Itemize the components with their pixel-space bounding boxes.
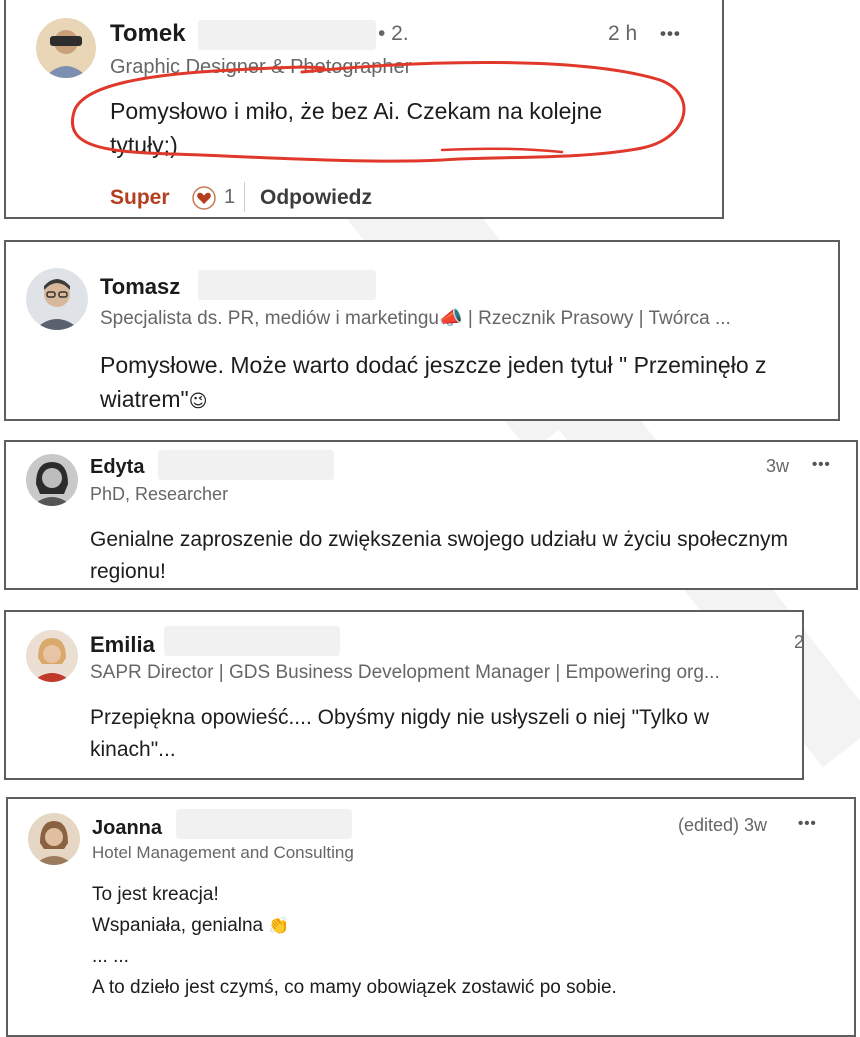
- avatar[interactable]: [26, 630, 78, 682]
- avatar[interactable]: [28, 813, 80, 865]
- author-headline: Specjalista ds. PR, mediów i marketingu📣…: [100, 308, 731, 329]
- comment-line: wiatrem"😉: [100, 382, 767, 418]
- more-options-icon[interactable]: •••: [798, 815, 817, 832]
- heart-reaction-icon: [192, 186, 216, 210]
- comment-card-tomek: Tomek • 2. 2 h ••• Graphic Designer & Ph…: [4, 0, 724, 219]
- comment-card-edyta: Edyta 3w ••• PhD, Researcher Genialne za…: [4, 440, 858, 590]
- redacted-surname: [164, 626, 340, 656]
- comment-text: Genialne zaproszenie do zwiększenia swoj…: [90, 524, 788, 588]
- comment-card-tomasz: Tomasz Specjalista ds. PR, mediów i mark…: [4, 240, 840, 421]
- avatar[interactable]: [26, 268, 88, 330]
- comment-line: Pomysłowe. Może warto dodać jeszcze jede…: [100, 352, 767, 378]
- comment-line-text: wiatrem": [100, 386, 189, 412]
- comment-line: ... ...: [92, 946, 129, 968]
- comment-line: kinach"...: [90, 738, 176, 761]
- annotation-scribble: [70, 60, 686, 163]
- more-options-icon[interactable]: •••: [660, 24, 681, 44]
- comment-text: To jest kreacja! Wspaniała, genialna 👏 .…: [92, 879, 617, 1003]
- comment-text: Pomysłowe. Może warto dodać jeszcze jede…: [100, 348, 767, 418]
- comment-text: Przepiękna opowieść.... Obyśmy nigdy nie…: [90, 702, 709, 766]
- comment-line: A to dzieło jest czymś, co mamy obowiąze…: [92, 977, 617, 999]
- author-headline: PhD, Researcher: [90, 484, 229, 504]
- comment-card-joanna: Joanna (edited) 3w ••• Hotel Management …: [6, 797, 856, 1037]
- author-name[interactable]: Tomek: [110, 20, 186, 48]
- avatar[interactable]: [26, 454, 78, 506]
- comment-line: To jest kreacja!: [92, 884, 219, 905]
- comment-line: Przepiękna opowieść.... Obyśmy nigdy nie…: [90, 706, 710, 729]
- redacted-surname: [176, 809, 352, 839]
- author-name[interactable]: Tomasz: [100, 274, 180, 300]
- redacted-surname: [158, 450, 334, 480]
- reaction-super-button[interactable]: Super: [110, 186, 170, 210]
- comment-time: (edited) 3w: [678, 815, 768, 835]
- comment-time: 3w: [766, 456, 790, 476]
- action-divider: [244, 182, 245, 212]
- author-headline: Hotel Management and Consulting: [92, 843, 354, 862]
- comment-card-emilia: Emilia 2 SAPR Director | GDS Business De…: [4, 610, 804, 780]
- reaction-count[interactable]: 1: [224, 186, 235, 209]
- comment-line: regionu!: [90, 560, 166, 583]
- comment-line: Wspaniała, genialna 👏: [92, 910, 617, 941]
- redacted-surname: [198, 20, 376, 50]
- comment-time: 2 h: [608, 22, 638, 45]
- comment-time-cut: 2: [794, 632, 805, 652]
- more-options-icon[interactable]: •••: [812, 456, 831, 473]
- redacted-surname: [198, 270, 376, 300]
- connection-degree: • 2.: [378, 22, 409, 45]
- winking-face-emoji: 😉: [188, 390, 208, 411]
- author-name[interactable]: Edyta: [90, 456, 144, 479]
- comment-line-text: Wspaniała, genialna: [92, 915, 264, 936]
- author-headline: SAPR Director | GDS Business Development…: [90, 662, 720, 683]
- reply-button[interactable]: Odpowiedz: [260, 186, 372, 210]
- clapping-hands-emoji: 👏: [268, 916, 290, 936]
- author-name[interactable]: Joanna: [92, 817, 162, 840]
- author-name[interactable]: Emilia: [90, 632, 155, 658]
- comment-line: Genialne zaproszenie do zwiększenia swoj…: [90, 528, 789, 551]
